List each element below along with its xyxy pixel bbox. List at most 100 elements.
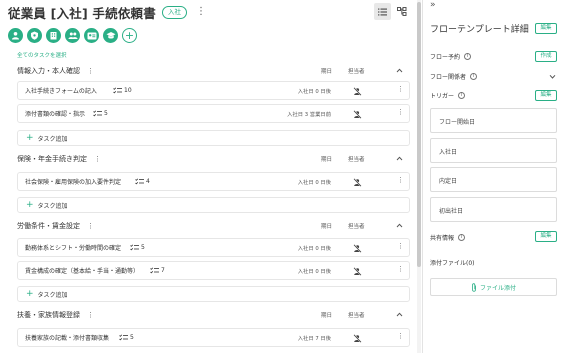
chevron-up-icon[interactable]: [396, 67, 403, 74]
section-header: 保険・年金手続き判定 ⋮ 期日 担当者: [17, 154, 405, 164]
checklist-count-value: 7: [161, 267, 165, 274]
flow-view-button[interactable]: [393, 3, 410, 20]
checklist-count-value: 4: [146, 178, 150, 185]
unassigned-person-icon[interactable]: [353, 334, 362, 343]
people-button[interactable]: [65, 28, 80, 43]
task-name: 入社手続きフォームの記入: [25, 88, 97, 95]
edit-template-button[interactable]: 編集: [535, 23, 557, 34]
task-due-date: 入社日 0 日後: [297, 88, 331, 95]
column-header-due: 期日: [321, 157, 333, 163]
unassigned-person-icon[interactable]: [353, 87, 362, 96]
info-icon[interactable]: i: [470, 73, 478, 80]
add-task-button[interactable]: + タスク追加: [17, 286, 410, 302]
task-row[interactable]: 賃金構成の確定（基本給・手当・通勤等） 7 入社日 0 日後 ⋮: [17, 261, 410, 280]
page-title: 従業員 [入社] 手続依頼書: [8, 5, 156, 21]
section-more-button[interactable]: ⋮: [87, 222, 94, 230]
chevron-up-icon[interactable]: [396, 222, 403, 229]
list-view-button[interactable]: [374, 3, 391, 20]
task-more-button[interactable]: ⋮: [397, 86, 404, 93]
section-header: 情報入力・本人確認 ⋮ 期日 担当者: [17, 66, 405, 76]
task-row[interactable]: 入社手続きフォームの記入 10 入社日 0 日後 ⋮: [17, 81, 410, 100]
add-task-button[interactable]: + タスク追加: [17, 197, 410, 213]
chevron-up-icon[interactable]: [396, 311, 403, 318]
section-more-button[interactable]: ⋮: [87, 67, 94, 75]
unassigned-person-icon[interactable]: [353, 110, 362, 119]
person-button[interactable]: [8, 28, 23, 43]
task-row[interactable]: 社会保険・雇用保険の加入要件判定 4 入社日 0 日後 ⋮: [17, 172, 410, 191]
id-card-icon: [87, 32, 96, 39]
plus-icon: +: [124, 29, 135, 42]
unassigned-person-icon[interactable]: [353, 178, 362, 187]
trigger-item-label: 入社日: [439, 149, 458, 156]
add-task-button[interactable]: + タスク追加: [17, 130, 410, 146]
column-header-owner: 担当者: [348, 224, 365, 230]
task-row[interactable]: 添付書類の確認・指示 5 入社日 3 営業日前 ⋮: [17, 104, 410, 123]
checklist-icon: [150, 267, 159, 274]
checklist-icon: [130, 244, 139, 251]
collapse-panel-icon[interactable]: »: [430, 0, 436, 10]
section-more-button[interactable]: ⋮: [94, 155, 101, 163]
flow-reserve-text: フロー予約: [430, 54, 461, 61]
add-category-button[interactable]: +: [122, 28, 137, 43]
plus-icon: +: [26, 199, 34, 210]
task-more-button[interactable]: ⋮: [397, 266, 404, 273]
edit-trigger-button[interactable]: 編集: [535, 90, 557, 101]
plus-icon: +: [26, 132, 34, 143]
scrollbar-thumb[interactable]: [417, 2, 421, 267]
column-header-due: 期日: [321, 224, 333, 230]
building-button[interactable]: [46, 28, 61, 43]
trigger-item-label: フロー開始日: [439, 119, 476, 126]
info-icon[interactable]: i: [458, 234, 466, 241]
chevron-down-icon[interactable]: [549, 73, 556, 80]
task-name: 社会保険・雇用保険の加入要件判定: [25, 179, 122, 186]
section-more-button[interactable]: ⋮: [87, 311, 94, 319]
checklist-icon: [119, 334, 128, 341]
unassigned-person-icon[interactable]: [353, 244, 362, 253]
column-header-owner: 担当者: [348, 313, 365, 319]
attachments-label: 添付ファイル(0): [430, 260, 475, 267]
building-icon: [50, 32, 57, 40]
trigger-item[interactable]: フロー開始日: [430, 108, 557, 133]
task-row[interactable]: 扶養家族の記載・添付書類収集 5 入社日 7 日後 ⋮: [17, 328, 410, 347]
trigger-item[interactable]: 初出社日: [430, 197, 557, 222]
checklist-icon: [93, 110, 102, 117]
select-all-tasks-link[interactable]: 全てのタスクを選択: [17, 51, 67, 59]
list-view-icon: [378, 8, 387, 15]
shield-button[interactable]: [27, 28, 42, 43]
add-task-label: タスク追加: [37, 202, 68, 210]
column-header-owner: 担当者: [348, 157, 365, 163]
task-more-button[interactable]: ⋮: [397, 109, 404, 116]
flow-template-detail-panel: » フローテンプレート詳細 編集 フロー予約 i 作成 フロー関係者 i トリガ…: [423, 0, 563, 353]
graduation-button[interactable]: [103, 28, 118, 43]
panel-title: フローテンプレート詳細: [430, 25, 529, 35]
task-more-button[interactable]: ⋮: [397, 333, 404, 340]
checklist-icon: [113, 87, 122, 94]
task-due-date: 入社日 0 日後: [297, 179, 331, 186]
trigger-item-label: 内定日: [439, 178, 458, 185]
info-icon[interactable]: i: [464, 53, 472, 60]
unassigned-person-icon[interactable]: [353, 267, 362, 276]
attach-file-button[interactable]: ファイル添付: [430, 278, 557, 296]
view-toggle: [374, 3, 410, 20]
section-title: 保険・年金手続き判定: [17, 155, 87, 163]
task-name: 賃金構成の確定（基本給・手当・通勤等）: [25, 268, 140, 275]
info-icon[interactable]: i: [458, 92, 466, 99]
chevron-up-icon[interactable]: [396, 155, 403, 162]
id-card-button[interactable]: [84, 28, 99, 43]
category-toolbar: +: [8, 28, 141, 43]
people-icon: [68, 32, 77, 39]
page-header: 従業員 [入社] 手続依頼書 入社 ⋮: [8, 3, 206, 21]
flow-members-label: フロー関係者 i: [430, 72, 478, 81]
trigger-item[interactable]: 入社日: [430, 138, 557, 163]
task-more-button[interactable]: ⋮: [397, 243, 404, 250]
create-flow-reserve-button[interactable]: 作成: [535, 51, 557, 62]
checklist-count: 10: [113, 87, 132, 94]
checklist-count-value: 5: [130, 334, 134, 341]
task-name: 添付書類の確認・指示: [25, 111, 86, 118]
edit-shared-info-button[interactable]: 編集: [535, 231, 557, 242]
title-more-button[interactable]: ⋮: [196, 7, 206, 17]
task-more-button[interactable]: ⋮: [397, 177, 404, 184]
graduation-icon: [106, 32, 115, 39]
trigger-item[interactable]: 内定日: [430, 167, 557, 192]
task-row[interactable]: 勤務体系とシフト・労働時間の確定 5 入社日 0 日後 ⋮: [17, 238, 410, 257]
